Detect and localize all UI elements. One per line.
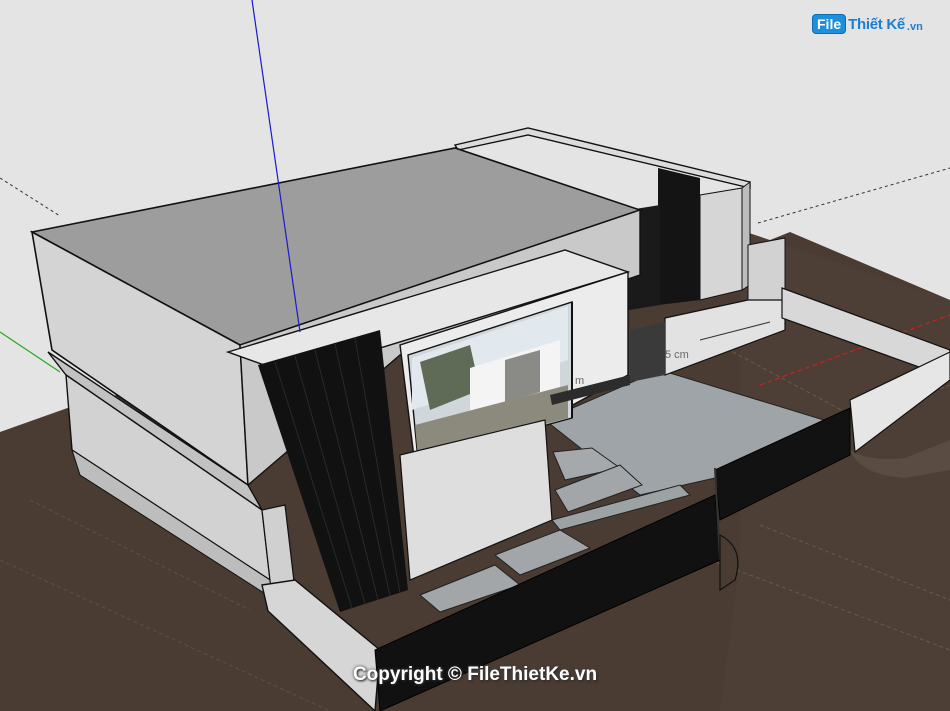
copyright-watermark: Copyright © FileThietKe.vn (352, 664, 598, 685)
side-wall-right (747, 237, 786, 306)
site-logo[interactable]: File Thiết Kế .vn (812, 14, 923, 34)
dimension-label-2: m (575, 375, 584, 387)
sketchup-viewport[interactable]: 5 cm m (0, 0, 950, 711)
louver-panel-terrace-1 (658, 168, 700, 305)
logo-name: Thiết Kế (848, 15, 905, 33)
terrace-inner-wall (699, 187, 743, 301)
slat-strip (630, 322, 665, 382)
dimension-label: 5 cm (665, 349, 689, 361)
logo-tld: .vn (906, 21, 923, 33)
logo-file-badge: File (812, 14, 847, 34)
